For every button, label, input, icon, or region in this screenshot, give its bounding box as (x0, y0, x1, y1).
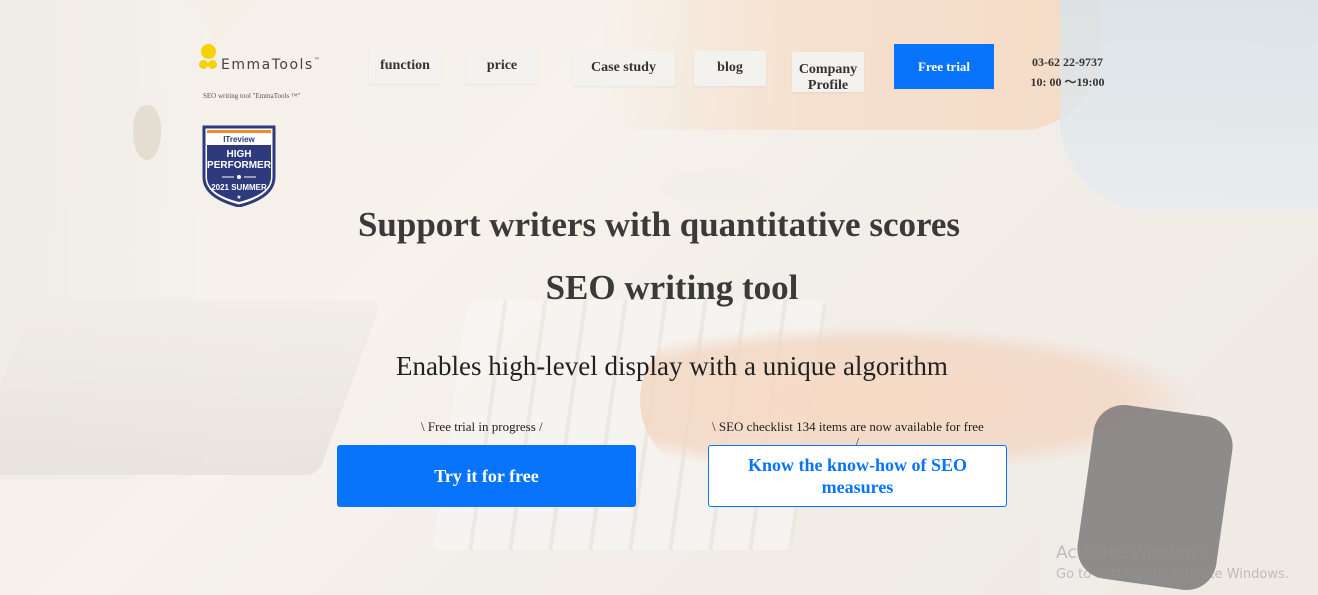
activation-title: Activate Windows (1056, 543, 1207, 563)
svg-text:★: ★ (236, 194, 241, 201)
logo-text: EmmaTools™ (221, 57, 322, 73)
badge-line1: HIGH (227, 149, 252, 160)
logo-dots-icon (199, 44, 219, 74)
seo-checklist-note: \ SEO checklist 134 items are now availa… (712, 419, 1012, 448)
badge-line3: 2021 SUMMER (211, 183, 267, 192)
shield-badge-icon: ITreview HIGH PERFORMER 2021 SUMMER ★ (202, 125, 276, 208)
seo-checklist-note-text: \ SEO checklist 134 items are now availa… (712, 419, 984, 434)
free-trial-button[interactable]: Free trial (894, 44, 994, 89)
badge-line2: PERFORMER (207, 160, 272, 171)
itreview-high-performer-badge: ITreview HIGH PERFORMER 2021 SUMMER ★ (202, 125, 276, 208)
nav-blog[interactable]: blog (694, 51, 766, 86)
hero-title-line1: Support writers with quantitative scores (357, 205, 961, 244)
contact-info: 03-62 22-9737 10: 00 ～19:00 (1025, 52, 1110, 92)
nav-case-study[interactable]: Case study (572, 51, 675, 86)
nav-function[interactable]: function (369, 49, 441, 84)
free-trial-note: \ Free trial in progress / (421, 419, 543, 434)
try-for-free-button[interactable]: Try it for free (337, 445, 636, 507)
business-hours: 10: 00 ～19:00 (1030, 75, 1105, 89)
hero-subtitle: Enables high-level display with a unique… (396, 351, 948, 381)
site-tagline: SEO writing tool "EmmaTools ™" (203, 92, 301, 100)
activation-subtitle: Go to Settings to activate Windows. (1056, 567, 1289, 582)
phone-number[interactable]: 03-62 22-9737 (1025, 52, 1110, 72)
badge-brand-text: ITreview (223, 135, 255, 144)
nav-company-profile[interactable]: Company Profile (792, 52, 864, 93)
seo-know-how-button[interactable]: Know the know-how of SEO measures (708, 445, 1007, 507)
nav-price[interactable]: price (466, 49, 538, 84)
windows-activation-watermark: Activate Windows Go to Settings to activ… (1056, 543, 1289, 582)
hero-title-line2: SEO writing tool (545, 268, 799, 307)
